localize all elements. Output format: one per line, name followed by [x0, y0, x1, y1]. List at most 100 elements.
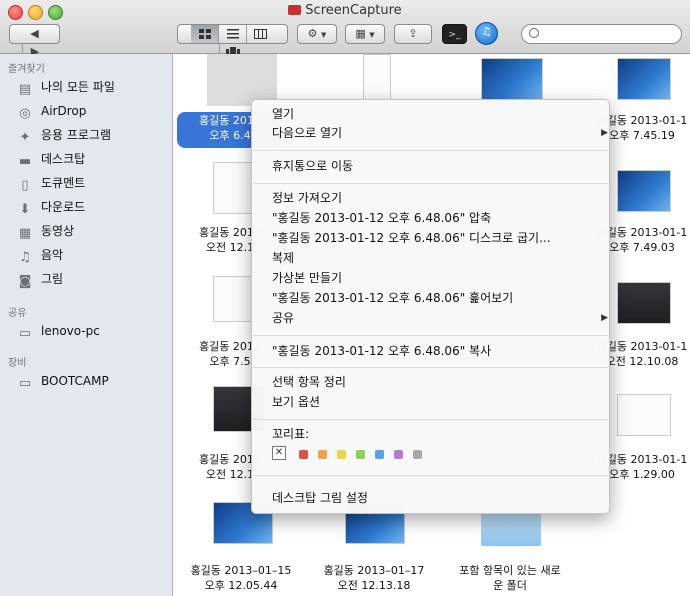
title-bar: ScreenCapture ◀▶ ⚙ ▼ ▦ ▼ ⇪ >_ ♫ [0, 0, 690, 61]
sidebar-item-airdrop[interactable]: ◎ AirDrop [17, 102, 86, 121]
column-view-button[interactable] [246, 25, 274, 43]
file-thumbnail[interactable] [617, 394, 671, 436]
file-name: 홍길동 2013–01–17 [323, 564, 425, 577]
file-thumbnail[interactable] [617, 58, 671, 100]
applications-icon: ✦ [19, 130, 31, 145]
menu-item-set-desktop-picture[interactable]: 데스크탑 그림 설정 [272, 489, 368, 507]
sidebar-item-label: lenovo-pc [41, 324, 100, 338]
menu-item-view-options[interactable]: 보기 옵션 [272, 393, 320, 411]
folder-name-line1: 포함 항목이 있는 새로 [459, 564, 561, 577]
documents-icon: ▯ [21, 178, 29, 193]
file-label[interactable]: 홍길동 2013–01–17 오전 12.13.18 [304, 563, 444, 593]
back-forward-control: ◀▶ [9, 24, 60, 61]
menu-item-share[interactable]: 공유 ▶ [272, 309, 608, 327]
file-thumbnail[interactable] [617, 170, 671, 212]
view-mode-control [177, 24, 288, 61]
sidebar-item-downloads[interactable]: ⬇ 다운로드 [17, 198, 86, 217]
sidebar-item-label: BOOTCAMP [41, 374, 109, 388]
sidebar-heading-devices: 장비 [8, 358, 27, 369]
sidebar-item-label: 음악 [41, 248, 64, 262]
sidebar-item-all-files[interactable]: ▤ 나의 모든 파일 [17, 78, 115, 97]
columns-icon [254, 29, 267, 39]
sidebar-item-documents[interactable]: ▯ 도큐멘트 [17, 174, 86, 193]
menu-item-label: 다음으로 열기 [272, 126, 343, 140]
sidebar-item-label: 나의 모든 파일 [41, 80, 115, 94]
icon-view-button[interactable] [191, 25, 218, 43]
list-view-button[interactable] [218, 25, 246, 43]
sidebar-item-applications[interactable]: ✦ 응용 프로그램 [17, 126, 112, 145]
window-title: ScreenCapture [305, 3, 402, 18]
action-menu-button[interactable]: ⚙ ▼ [297, 24, 337, 44]
sidebar-item-movies[interactable]: ▦ 동영상 [17, 222, 75, 241]
arrange-menu-button[interactable]: ▦ ▼ [345, 24, 385, 44]
menu-item-compress[interactable]: "홍길동 2013-01-12 오후 6.48.06" 압축 [272, 209, 491, 227]
disk-icon: ▭ [18, 376, 32, 391]
menu-item-make-alias[interactable]: 가상본 만들기 [272, 269, 342, 287]
file-thumbnail[interactable] [481, 58, 543, 100]
tag-color-swatch[interactable] [413, 450, 422, 459]
menu-item-quick-look[interactable]: "홍길동 2013-01-12 오후 6.48.06" 훑어보기 [272, 289, 513, 307]
menu-item-duplicate[interactable]: 복제 [272, 249, 294, 267]
list-icon [226, 29, 239, 39]
downloads-icon: ⬇ [19, 202, 31, 217]
sidebar-item-lenovo-pc[interactable]: ▭ lenovo-pc [17, 322, 100, 341]
itunes-button[interactable]: ♫ [475, 22, 498, 45]
menu-item-move-to-trash[interactable]: 휴지통으로 이동 [272, 157, 353, 175]
sidebar: 즐겨찾기 ▤ 나의 모든 파일 ◎ AirDrop ✦ 응용 프로그램 ▬ 데스크탑 ▯… [0, 54, 173, 596]
arrange-grid-icon: ▦ [355, 27, 366, 40]
menu-separator [253, 419, 608, 420]
sidebar-item-music[interactable]: ♫ 음악 [17, 246, 64, 265]
sidebar-item-label: 동영상 [41, 224, 75, 238]
menu-item-open-with[interactable]: 다음으로 열기 ▶ [272, 124, 608, 142]
menu-separator [253, 150, 608, 151]
file-name: 홍길동 2013–01–15 [190, 564, 292, 577]
tag-color-swatch[interactable] [299, 450, 308, 459]
icon-grid-icon [198, 29, 211, 39]
menu-item-burn[interactable]: "홍길동 2013-01-12 오후 6.48.06" 디스크로 굽기... [272, 229, 551, 247]
file-thumbnail[interactable] [617, 282, 671, 324]
share-icon: ⇪ [408, 27, 418, 40]
menu-separator [253, 475, 608, 476]
file-time: 오후 12.05.44 [204, 579, 278, 592]
submenu-arrow-icon: ▶ [601, 313, 608, 323]
back-button[interactable]: ◀ [22, 25, 47, 43]
share-button[interactable]: ⇪ [394, 24, 432, 44]
remove-tag-icon[interactable]: ✕ [272, 446, 286, 460]
tag-color-swatch[interactable] [394, 450, 403, 459]
chevron-down-icon: ▼ [320, 31, 327, 39]
folder-thumbnail[interactable] [481, 512, 541, 546]
tags-label: 꼬리표: [272, 427, 310, 441]
file-time: 오전 12.13.18 [337, 579, 411, 592]
folder-label[interactable]: 포함 항목이 있는 새로운 폴더 [440, 563, 580, 593]
sidebar-item-label: 그림 [41, 272, 64, 286]
desktop-icon: ▬ [18, 154, 32, 169]
sidebar-item-bootcamp[interactable]: ▭ BOOTCAMP [17, 372, 109, 391]
all-files-icon: ▤ [18, 82, 32, 97]
music-note-icon: ♫ [481, 25, 492, 38]
sidebar-item-label: 데스크탑 [41, 152, 86, 166]
pictures-icon: ◙ [18, 274, 32, 289]
menu-item-get-info[interactable]: 정보 가져오기 [272, 189, 342, 207]
sidebar-item-desktop[interactable]: ▬ 데스크탑 [17, 150, 86, 169]
movies-icon: ▦ [18, 226, 32, 241]
sidebar-item-pictures[interactable]: ◙ 그림 [17, 270, 64, 289]
sidebar-item-label: 도큐멘트 [41, 176, 86, 190]
context-menu: 열기 다음으로 열기 ▶ 휴지통으로 이동 정보 가져오기 "홍길동 2013-0… [251, 99, 610, 514]
folder-name-line2: 운 폴더 [493, 579, 527, 592]
tag-color-swatch[interactable] [356, 450, 365, 459]
airdrop-icon: ◎ [19, 106, 31, 121]
file-label[interactable]: 홍길동 2013–01–15 오후 12.05.44 [171, 563, 311, 593]
menu-item-copy[interactable]: "홍길동 2013-01-12 오후 6.48.06" 복사 [272, 342, 491, 360]
sidebar-heading-shared: 공유 [8, 308, 27, 319]
terminal-button[interactable]: >_ [442, 24, 467, 44]
tag-color-swatch[interactable] [375, 450, 384, 459]
menu-item-label: 공유 [272, 311, 295, 325]
tag-color-swatch[interactable] [337, 450, 346, 459]
submenu-arrow-icon: ▶ [601, 128, 608, 138]
search-field[interactable] [521, 24, 682, 44]
tag-color-swatch[interactable] [318, 450, 327, 459]
menu-item-open[interactable]: 열기 [272, 105, 294, 123]
menu-separator [253, 367, 608, 368]
sidebar-item-label: 다운로드 [41, 200, 86, 214]
menu-item-clean-up[interactable]: 선택 항목 정리 [272, 373, 346, 391]
